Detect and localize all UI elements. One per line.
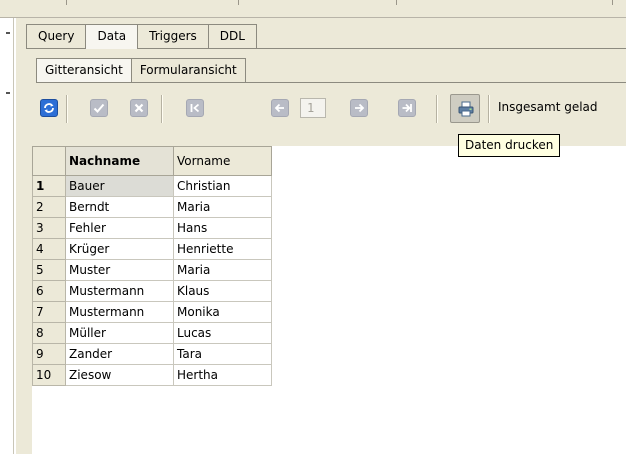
editor-tabs: Query Data Triggers DDL bbox=[26, 24, 257, 49]
cell-vorname[interactable]: Christian bbox=[173, 175, 272, 197]
toolbar-separator bbox=[488, 95, 490, 123]
refresh-icon bbox=[44, 103, 54, 113]
table-row[interactable]: 7 Mustermann Monika bbox=[32, 301, 272, 323]
table-row[interactable]: 4 Krüger Henriette bbox=[32, 238, 272, 260]
ruler-tick bbox=[66, 0, 67, 5]
tab-data-label: Data bbox=[97, 29, 127, 43]
cell-nachname[interactable]: Mustermann bbox=[65, 280, 174, 302]
cell-vorname[interactable]: Klaus bbox=[173, 280, 272, 302]
cancel-button[interactable] bbox=[130, 99, 148, 117]
refresh-button[interactable] bbox=[40, 99, 58, 117]
table-row[interactable]: 6 Mustermann Klaus bbox=[32, 280, 272, 302]
view-tabs: Gitteransicht Formularansicht bbox=[36, 58, 246, 82]
navigator-toolbar: 1 Insgesamt gelad bbox=[36, 94, 626, 124]
cell-nachname[interactable]: Berndt bbox=[65, 196, 174, 218]
row-number[interactable]: 10 bbox=[32, 364, 66, 386]
record-count-status: Insgesamt gelad bbox=[498, 100, 598, 114]
table-row[interactable]: 5 Muster Maria bbox=[32, 259, 272, 281]
row-number[interactable]: 1 bbox=[32, 175, 66, 197]
print-tooltip: Daten drucken bbox=[458, 134, 561, 157]
cancel-icon bbox=[134, 103, 144, 113]
tab-query[interactable]: Query bbox=[26, 24, 87, 48]
data-grid: Nachname Vorname 1 Bauer Christian 2 Ber… bbox=[32, 146, 272, 386]
cell-nachname[interactable]: Zander bbox=[65, 343, 174, 365]
cell-nachname[interactable]: Krüger bbox=[65, 238, 174, 260]
table-row[interactable]: 2 Berndt Maria bbox=[32, 196, 272, 218]
grid-header-row: Nachname Vorname bbox=[32, 146, 272, 176]
row-number[interactable]: 5 bbox=[32, 259, 66, 281]
first-record-button[interactable] bbox=[186, 99, 204, 117]
last-record-button[interactable] bbox=[398, 99, 416, 117]
tab-grid-view-label: Gitteransicht bbox=[45, 63, 123, 77]
table-row[interactable]: 9 Zander Tara bbox=[32, 343, 272, 365]
view-tab-border bbox=[36, 82, 626, 83]
table-row[interactable]: 10 Ziesow Hertha bbox=[32, 364, 272, 386]
top-strip bbox=[0, 0, 626, 18]
left-pane[interactable] bbox=[0, 18, 14, 454]
row-number[interactable]: 4 bbox=[32, 238, 66, 260]
cell-nachname[interactable]: Müller bbox=[65, 322, 174, 344]
ruler-tick bbox=[396, 0, 397, 5]
cell-vorname[interactable]: Hans bbox=[173, 217, 272, 239]
cell-nachname[interactable]: Mustermann bbox=[65, 301, 174, 323]
pane-marker bbox=[6, 92, 10, 94]
tab-query-label: Query bbox=[38, 29, 75, 43]
row-number[interactable]: 9 bbox=[32, 343, 66, 365]
pane-marker bbox=[6, 32, 10, 34]
post-icon bbox=[93, 103, 105, 113]
column-header-nachname[interactable]: Nachname bbox=[65, 146, 174, 176]
row-number[interactable]: 6 bbox=[32, 280, 66, 302]
row-number[interactable]: 7 bbox=[32, 301, 66, 323]
cell-vorname[interactable]: Monika bbox=[173, 301, 272, 323]
next-record-button[interactable] bbox=[350, 99, 368, 117]
tab-triggers-label: Triggers bbox=[149, 29, 197, 43]
post-button[interactable] bbox=[90, 99, 108, 117]
toolbar-separator bbox=[161, 95, 163, 123]
prior-record-icon bbox=[274, 103, 284, 113]
tab-triggers[interactable]: Triggers bbox=[137, 24, 209, 48]
ruler-tick bbox=[238, 0, 239, 5]
last-record-icon bbox=[402, 103, 412, 113]
print-icon bbox=[458, 101, 474, 117]
first-record-icon bbox=[190, 103, 200, 113]
tab-grid-view[interactable]: Gitteransicht bbox=[36, 58, 132, 82]
ruler-tick bbox=[612, 0, 613, 5]
table-row[interactable]: 1 Bauer Christian bbox=[32, 175, 272, 197]
toolbar-separator bbox=[66, 95, 68, 123]
tab-data[interactable]: Data bbox=[85, 24, 139, 49]
cell-vorname[interactable]: Maria bbox=[173, 196, 272, 218]
next-record-icon bbox=[355, 103, 365, 113]
row-number[interactable]: 2 bbox=[32, 196, 66, 218]
record-number-field[interactable]: 1 bbox=[300, 98, 326, 118]
cell-vorname[interactable]: Maria bbox=[173, 259, 272, 281]
table-row[interactable]: 8 Müller Lucas bbox=[32, 322, 272, 344]
column-header-vorname[interactable]: Vorname bbox=[173, 146, 272, 176]
prior-record-button[interactable] bbox=[271, 99, 289, 117]
cell-vorname[interactable]: Tara bbox=[173, 343, 272, 365]
cell-nachname[interactable]: Ziesow bbox=[65, 364, 174, 386]
row-number[interactable]: 8 bbox=[32, 322, 66, 344]
cell-nachname[interactable]: Bauer bbox=[65, 175, 174, 197]
row-number[interactable]: 3 bbox=[32, 217, 66, 239]
cell-nachname[interactable]: Fehler bbox=[65, 217, 174, 239]
cell-vorname[interactable]: Henriette bbox=[173, 238, 272, 260]
tab-ddl[interactable]: DDL bbox=[207, 24, 257, 48]
tab-form-view-label: Formularansicht bbox=[139, 63, 237, 77]
table-row[interactable]: 3 Fehler Hans bbox=[32, 217, 272, 239]
data-grid-area[interactable]: Nachname Vorname 1 Bauer Christian 2 Ber… bbox=[32, 146, 626, 454]
print-button[interactable] bbox=[450, 94, 480, 123]
tab-form-view[interactable]: Formularansicht bbox=[130, 58, 246, 82]
cell-vorname[interactable]: Hertha bbox=[173, 364, 272, 386]
grid-corner[interactable] bbox=[32, 146, 66, 176]
cell-vorname[interactable]: Lucas bbox=[173, 322, 272, 344]
cell-nachname[interactable]: Muster bbox=[65, 259, 174, 281]
toolbar-separator bbox=[436, 95, 438, 123]
tab-ddl-label: DDL bbox=[219, 29, 245, 43]
